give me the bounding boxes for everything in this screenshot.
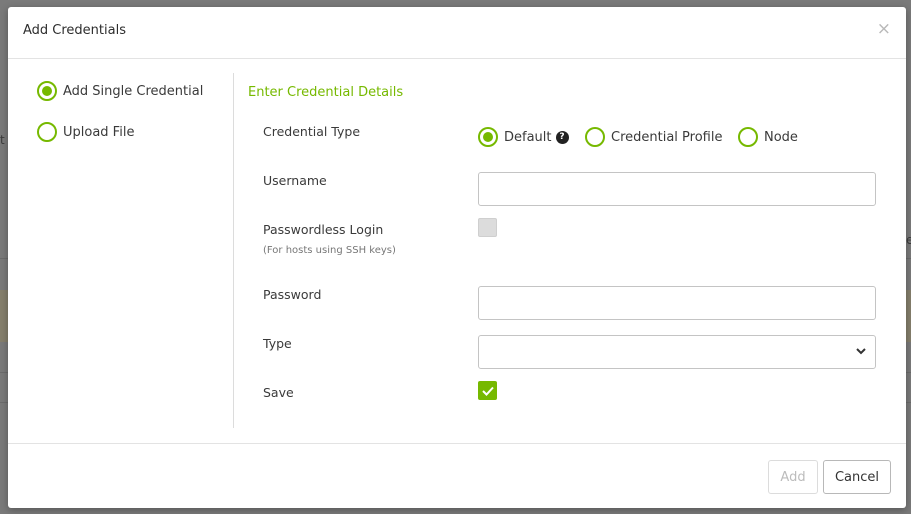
radio-selected-icon[interactable] bbox=[478, 127, 498, 147]
radio-add-single-credential[interactable]: Add Single Credential bbox=[37, 81, 203, 101]
cancel-button[interactable]: Cancel bbox=[823, 460, 891, 494]
radio-label: Credential Profile bbox=[611, 129, 723, 145]
radio-unselected-icon[interactable] bbox=[585, 127, 605, 147]
passwordless-login-label: Passwordless Login bbox=[263, 222, 384, 237]
type-label: Type bbox=[263, 336, 292, 351]
credential-mode-sidebar: Add Single Credential Upload File bbox=[8, 73, 234, 428]
passwordless-login-hint: (For hosts using SSH keys) bbox=[263, 245, 396, 256]
dialog-title: Add Credentials bbox=[23, 23, 126, 38]
password-field[interactable] bbox=[478, 286, 876, 320]
credential-type-label: Credential Type bbox=[263, 124, 361, 139]
add-button[interactable]: Add bbox=[768, 460, 818, 494]
background-text-fragment: e bbox=[906, 233, 911, 247]
dialog-footer: Add Cancel bbox=[8, 443, 906, 508]
chevron-down-icon bbox=[856, 348, 866, 355]
radio-credential-type-default[interactable]: Default ? bbox=[478, 127, 569, 147]
add-credentials-dialog: Add Credentials × Add Single Credential … bbox=[8, 7, 906, 508]
background-text-fragment: t bbox=[0, 133, 5, 147]
save-label: Save bbox=[263, 385, 294, 400]
radio-credential-type-node[interactable]: Node bbox=[738, 127, 798, 147]
radio-label: Add Single Credential bbox=[63, 83, 204, 99]
radio-label: Upload File bbox=[63, 124, 135, 140]
section-title: Enter Credential Details bbox=[248, 85, 404, 100]
question-circle-icon[interactable]: ? bbox=[555, 130, 569, 144]
passwordless-login-checkbox[interactable] bbox=[478, 218, 497, 237]
close-icon[interactable]: × bbox=[877, 21, 891, 38]
checkmark-icon bbox=[481, 386, 494, 396]
radio-label: Node bbox=[764, 129, 798, 145]
username-field[interactable] bbox=[478, 172, 876, 206]
type-select[interactable] bbox=[478, 335, 876, 369]
username-label: Username bbox=[263, 173, 327, 188]
save-checkbox[interactable] bbox=[478, 381, 497, 400]
radio-unselected-icon[interactable] bbox=[738, 127, 758, 147]
radio-credential-type-profile[interactable]: Credential Profile bbox=[585, 127, 722, 147]
radio-selected-icon[interactable] bbox=[37, 81, 57, 101]
dialog-header: Add Credentials × bbox=[8, 7, 906, 59]
radio-unselected-icon[interactable] bbox=[37, 122, 57, 142]
radio-upload-file[interactable]: Upload File bbox=[37, 122, 134, 142]
radio-label: Default bbox=[504, 129, 552, 145]
password-label: Password bbox=[263, 287, 322, 302]
